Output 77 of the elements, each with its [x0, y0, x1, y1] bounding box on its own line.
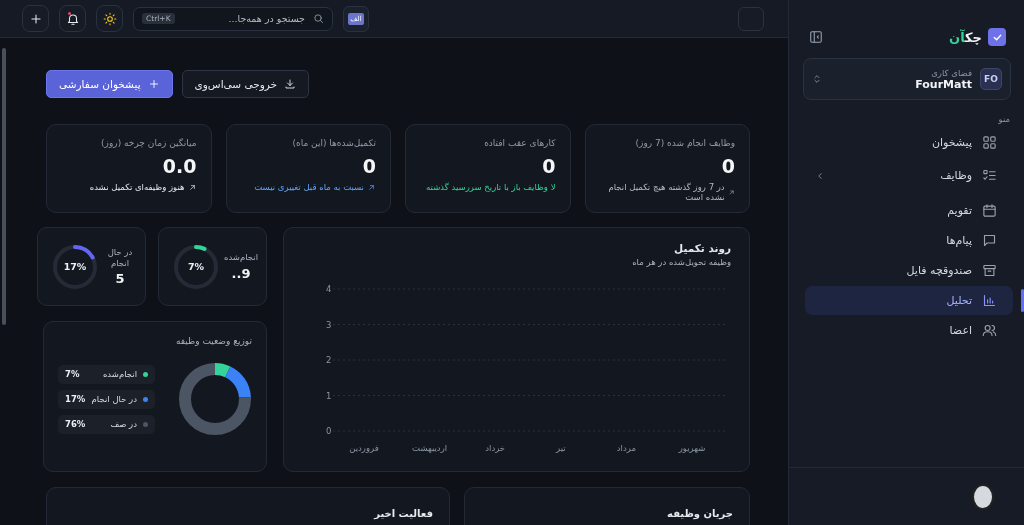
export-button[interactable]: خروجی سی‌اس‌وی	[181, 70, 310, 98]
gauge-value: 9..	[231, 265, 251, 281]
nav-icon	[982, 293, 997, 308]
scrollbar[interactable]	[2, 48, 6, 325]
panel-title: جریان وظیفه	[667, 508, 733, 519]
stat-note: نسبت به ماه قبل تغییری نیست	[254, 182, 364, 192]
nav-icon	[982, 263, 997, 278]
y-tick-label: 2	[326, 355, 332, 365]
plus-icon	[147, 78, 160, 90]
x-tick-label: اردیبهشت	[412, 443, 448, 453]
y-tick-label: 1	[326, 390, 332, 401]
legend-label: انجام‌شده	[102, 369, 137, 379]
ring-percent: 7%	[187, 261, 205, 272]
stat-note: در 7 روز گذشته هیچ تکمیل انجام نشده است	[607, 182, 725, 202]
legend-label: در حال انجام	[91, 394, 137, 404]
app-logo: چکآن	[949, 29, 982, 45]
x-tick-label: فروردین	[349, 443, 379, 453]
plus-icon	[28, 11, 43, 26]
stat-value: 0.0	[162, 155, 197, 177]
stat-value: 0	[542, 155, 556, 177]
legend-percent: 76%	[65, 419, 86, 429]
sun-icon	[102, 11, 117, 26]
ring-percent: 17%	[63, 261, 87, 272]
selection-indicator	[1021, 289, 1024, 312]
stat-note: هنوز وظیفه‌ای تکمیل نشده	[89, 182, 185, 192]
search-icon	[313, 13, 324, 24]
nav-item[interactable]: صندوقچه فایل	[805, 256, 1013, 285]
x-tick-label: مرداد	[616, 443, 636, 453]
workspace-label: فضای کاری	[931, 67, 972, 78]
y-tick-label: 3	[326, 319, 332, 330]
stat-note: لا وظایف باز با تاریخ سررسید گذشته	[426, 182, 556, 192]
gauge-label: در حال انجام	[106, 246, 134, 270]
gauge-value: 5	[115, 271, 125, 287]
logo-icon	[988, 28, 1006, 46]
nav-icon	[982, 203, 997, 218]
chevron-icon	[815, 170, 825, 181]
custom-dashboard-button[interactable]: پیشخوان سفارشی	[46, 70, 173, 98]
nav-item[interactable]: پیام‌ها	[805, 226, 1013, 255]
legend-percent: 7%	[65, 369, 80, 379]
nav-icon	[982, 168, 997, 183]
x-tick-label: تیر	[556, 443, 566, 453]
y-tick-label: 0	[326, 426, 332, 436]
nav-item[interactable]: پیشخوان	[805, 128, 1013, 157]
user-avatar[interactable]	[972, 483, 994, 510]
panel-title: فعالیت اخیر	[374, 508, 433, 519]
x-tick-label: شهریور	[678, 443, 706, 453]
nav-item[interactable]: وظایف	[805, 161, 1013, 190]
chart-subtitle: وظیفه تحویل‌شده در هر ماه	[632, 257, 731, 267]
distribution-title: توزیع وضعیت وظیفه	[175, 336, 252, 346]
stat-value: 0	[362, 155, 376, 177]
stat-value: 0	[721, 155, 735, 177]
download-icon	[284, 78, 297, 90]
add-button[interactable]	[22, 5, 49, 32]
nav-icon	[982, 323, 997, 338]
stat-title: میانگین زمان چرخه (روز)	[101, 138, 197, 148]
collapse-sidebar-icon[interactable]	[809, 30, 823, 44]
stat-title: وظایف انجام شده (7 روز)	[635, 138, 735, 148]
workspace-avatar: FO	[980, 68, 1002, 90]
x-tick-label: خرداد	[485, 443, 506, 453]
legend-percent: 17%	[65, 394, 86, 404]
y-tick-label: 4	[326, 284, 332, 294]
nav-icon	[982, 233, 997, 248]
legend-label: در صف	[110, 419, 137, 429]
section-label: منو	[997, 114, 1010, 124]
nav-icon	[982, 135, 997, 150]
theme-button[interactable]	[96, 5, 123, 32]
workspace-name: FourMatt	[915, 77, 972, 91]
gauge-label: انجام‌شده	[223, 252, 259, 264]
notifications-button[interactable]	[59, 5, 86, 32]
chart-title: روند تکمیل	[674, 242, 731, 254]
stat-title: کارهای عقب افتاده	[484, 138, 556, 148]
updown-icon	[812, 74, 822, 84]
bell-icon	[65, 11, 80, 26]
stat-title: تکمیل‌شده‌ها (این ماه)	[292, 138, 376, 148]
nav-item[interactable]: تقویم	[805, 196, 1013, 225]
nav-item[interactable]: اعضا	[805, 316, 1013, 345]
search-field[interactable]: جستجو در همه‌جا...	[180, 12, 307, 25]
